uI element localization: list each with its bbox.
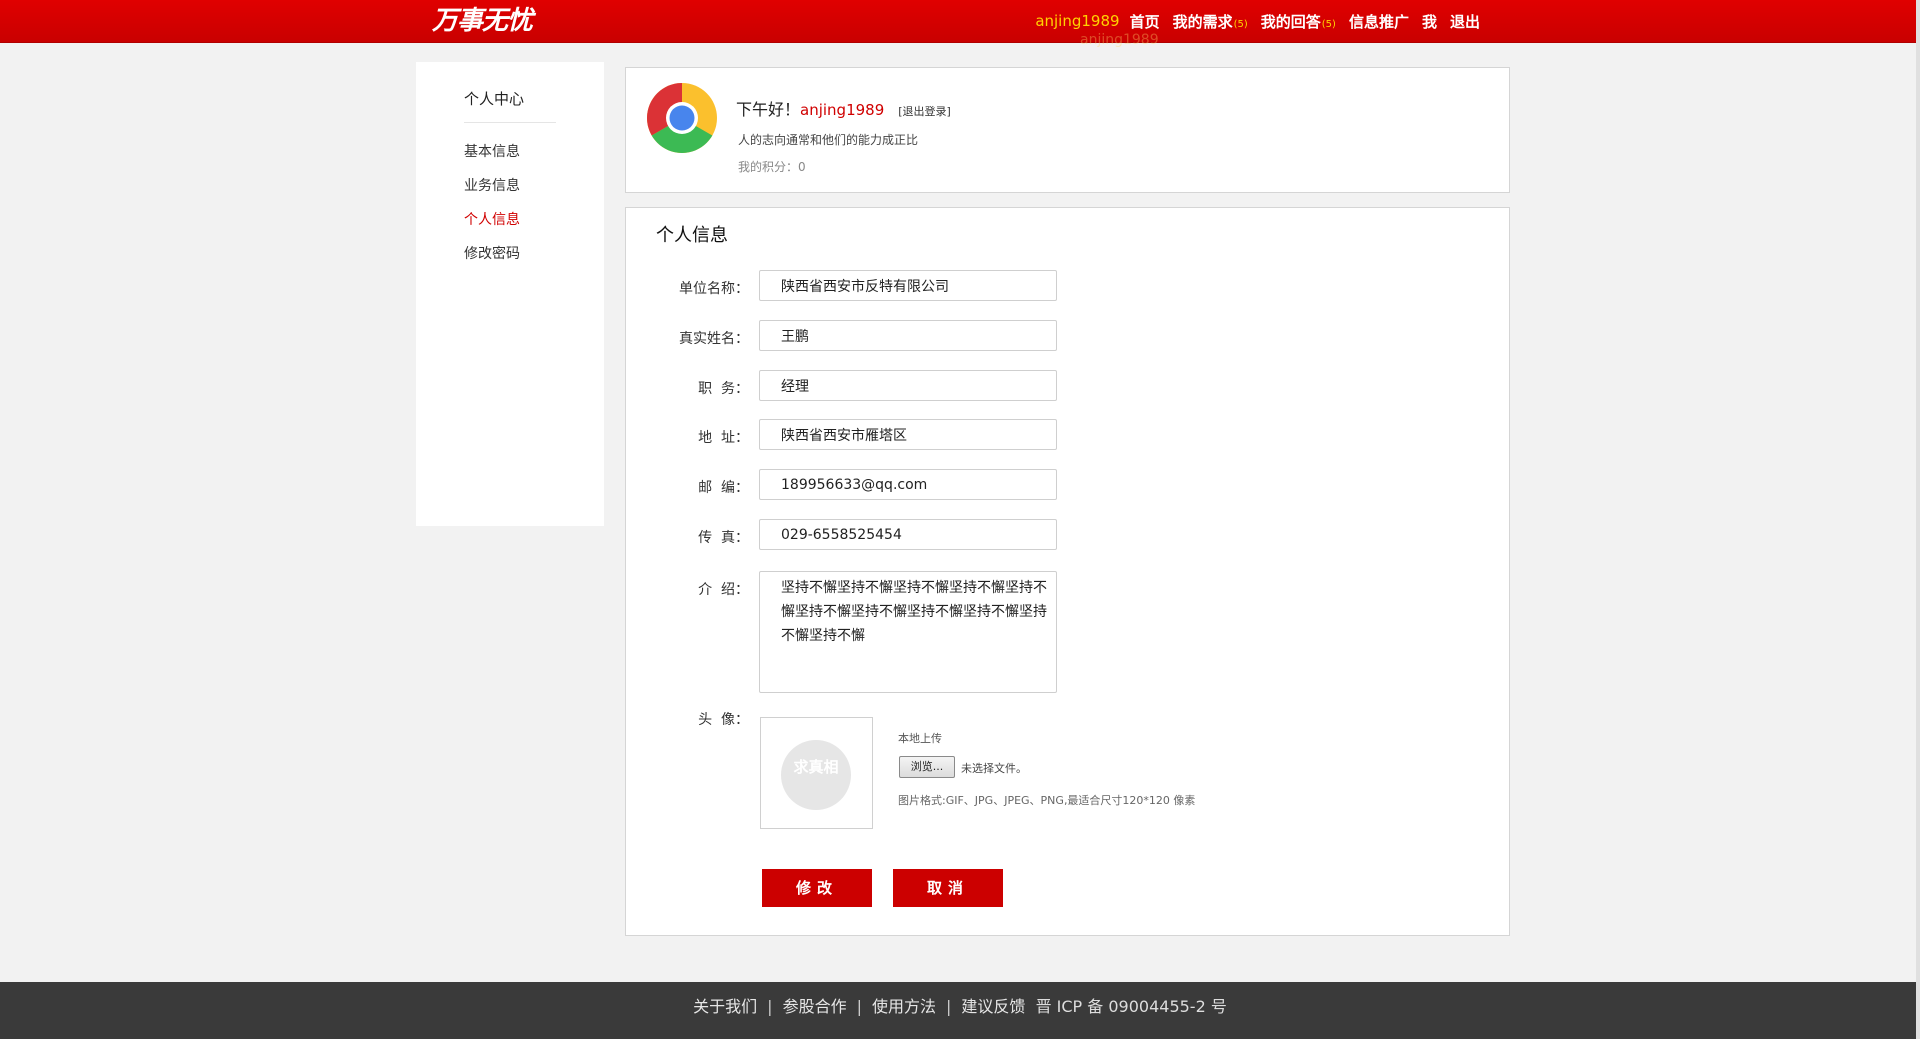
ghost-username-shadow: anjing1989 — [1080, 32, 1159, 48]
footer-separator: | — [767, 997, 773, 1016]
browse-button[interactable]: 浏览... — [899, 756, 955, 778]
profile-card: 下午好！anjing1989 [退出登录] 人的志向通常和他们的能力成正比 我的积… — [625, 67, 1510, 193]
no-file-text: 未选择文件。 — [961, 762, 1027, 775]
footer-link-about[interactable]: 关于我们 — [693, 997, 757, 1016]
intro-textarea[interactable]: 坚持不懈坚持不懈坚持不懈坚持不懈坚持不懈坚持不懈坚持不懈坚持不懈坚持不懈坚持不懈… — [759, 571, 1057, 693]
nav-my-needs[interactable]: 我的需求(5) — [1173, 11, 1248, 32]
user-motto: 人的志向通常和他们的能力成正比 — [738, 133, 919, 147]
address-input[interactable] — [759, 419, 1057, 450]
real-name-input[interactable] — [759, 320, 1057, 351]
nav-me[interactable]: 我 — [1422, 11, 1437, 32]
upload-label: 本地上传 — [898, 732, 942, 745]
address-label: 地 址： — [698, 430, 749, 446]
sidebar-item-basic-info[interactable]: 基本信息 — [464, 141, 520, 161]
window-scrollbar[interactable] — [1916, 0, 1920, 1039]
nav-logout[interactable]: 退出 — [1450, 11, 1480, 32]
fax-label: 传 真： — [698, 530, 749, 546]
footer: 关于我们 | 参股合作 | 使用方法 | 建议反馈 晋 ICP 备 09004455-2 号 — [0, 982, 1920, 1039]
avatar-label: 头 像： — [698, 712, 749, 728]
upload-hint: 图片格式:GIF、JPG、JPEG、PNG,最适合尺寸120*120 像素 — [898, 794, 1196, 807]
default-avatar-icon: 求真相 — [781, 740, 851, 810]
fax-input[interactable] — [759, 519, 1057, 550]
sidebar-title: 个人中心 — [464, 90, 525, 108]
submit-button[interactable]: 修改 — [762, 869, 872, 907]
sidebar-item-business-info[interactable]: 业务信息 — [464, 175, 520, 195]
sidebar-divider — [464, 122, 556, 123]
nav-promotion[interactable]: 信息推广 — [1349, 11, 1409, 32]
panel-title: 个人信息 — [656, 225, 728, 246]
nav-my-needs-count: (5) — [1233, 18, 1248, 30]
site-logo[interactable]: 万事无忧 — [432, 4, 533, 38]
nav-my-needs-label: 我的需求 — [1172, 12, 1233, 31]
icp-number: 晋 ICP 备 09004455-2 号 — [1035, 997, 1227, 1016]
nav-my-answers[interactable]: 我的回答(5) — [1261, 11, 1336, 32]
profile-username[interactable]: anjing1989 — [800, 101, 884, 119]
company-label: 单位名称： — [679, 281, 749, 297]
footer-link-feedback[interactable]: 建议反馈 — [961, 997, 1025, 1016]
cancel-button[interactable]: 取消 — [893, 869, 1003, 907]
real-name-label: 真实姓名： — [679, 331, 749, 347]
greeting-text: 下午好！ — [736, 100, 801, 119]
intro-label: 介 绍： — [698, 582, 749, 598]
nav-home[interactable]: 首页 — [1130, 11, 1160, 32]
top-navbar: 万事无忧 anjing1989 首页 我的需求(5) 我的回答(5) 信息推广 … — [0, 0, 1920, 43]
user-score: 我的积分：0 — [738, 160, 806, 174]
footer-separator: | — [945, 997, 952, 1016]
zip-label: 邮 编： — [698, 480, 749, 496]
personal-info-panel: 个人信息 单位名称： 真实姓名： 职 务： 地 址： 邮 编： 传 真： 介 绍… — [625, 207, 1510, 936]
greeting-line: 下午好！anjing1989 [退出登录] — [736, 96, 951, 120]
footer-link-usage[interactable]: 使用方法 — [872, 997, 936, 1016]
footer-separator: | — [856, 997, 862, 1016]
sidebar-item-personal-info[interactable]: 个人信息 — [464, 209, 520, 229]
zip-input[interactable] — [759, 469, 1057, 500]
avatar-placeholder-text: 求真相 — [793, 758, 839, 776]
job-title-label: 职 务： — [698, 381, 749, 397]
sidebar-item-change-password[interactable]: 修改密码 — [464, 243, 520, 263]
avatar-preview: 求真相 — [760, 717, 873, 829]
nav-my-answers-count: (5) — [1321, 18, 1336, 30]
nav-username[interactable]: anjing1989 — [1035, 12, 1119, 30]
nav-my-answers-label: 我的回答 — [1260, 12, 1321, 31]
company-input[interactable] — [759, 270, 1057, 301]
job-title-input[interactable] — [759, 370, 1057, 401]
footer-link-partner[interactable]: 参股合作 — [783, 997, 847, 1016]
sidebar: 个人中心 基本信息 业务信息 个人信息 修改密码 — [416, 62, 604, 526]
logout-link[interactable]: [退出登录] — [898, 105, 951, 118]
user-avatar-icon — [647, 83, 717, 153]
